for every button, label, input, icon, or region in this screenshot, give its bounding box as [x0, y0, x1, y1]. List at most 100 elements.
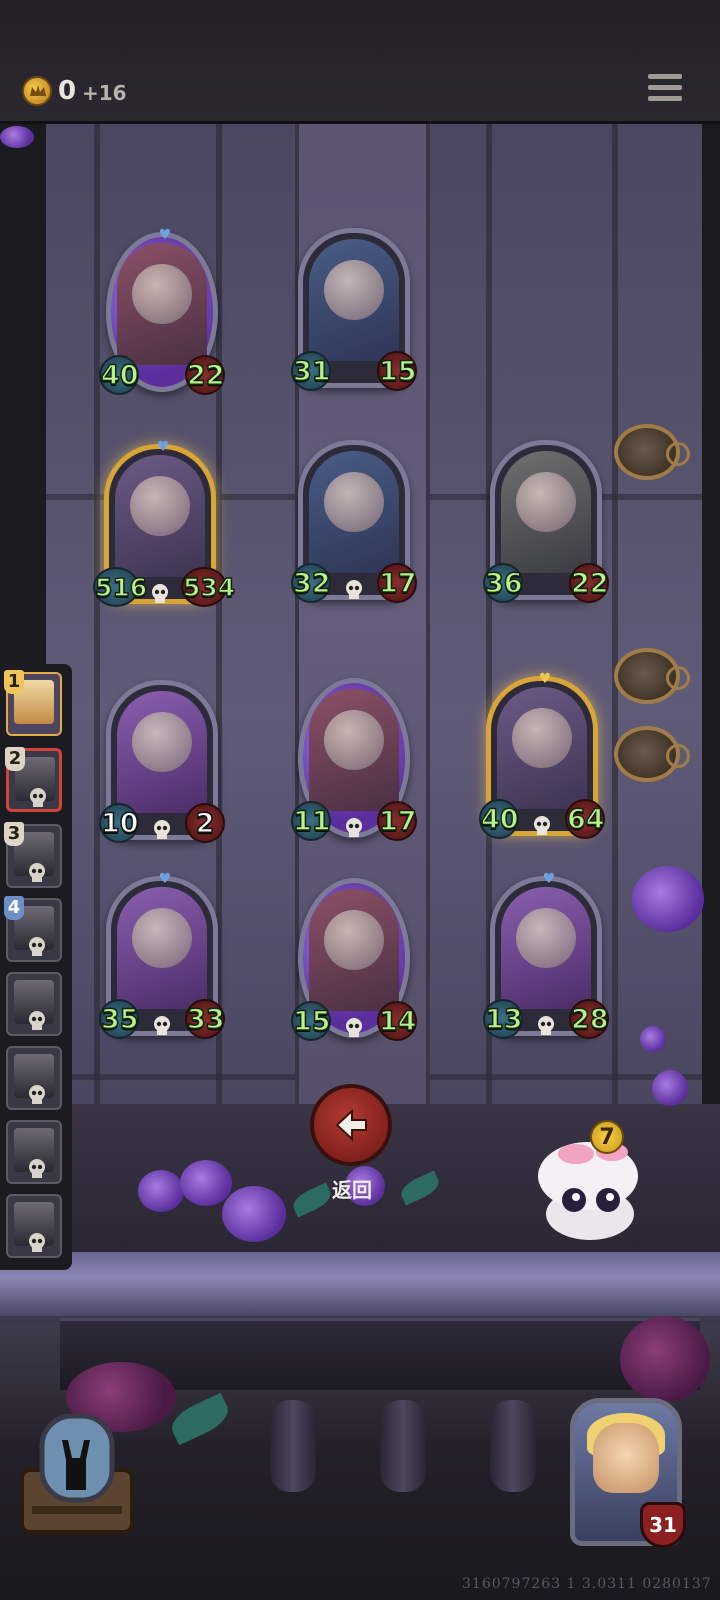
card-art — [497, 687, 587, 809]
minion-card[interactable]: 11 17 — [291, 678, 417, 841]
rank-badge: 1 — [4, 670, 24, 694]
minion-card[interactable]: 36 22 — [483, 440, 609, 603]
menu-icon — [648, 74, 682, 79]
minion-card[interactable]: 15 14 — [291, 878, 417, 1041]
health-stat: 22 — [569, 563, 609, 603]
back-label: 返回 — [332, 1178, 372, 1202]
opponent-slot[interactable]: 1 — [4, 670, 62, 736]
rose-decoration — [222, 1186, 286, 1242]
pocket-watch-relic[interactable] — [614, 726, 690, 782]
minion-card[interactable]: ♥ 516 534 — [93, 440, 236, 607]
minion-card[interactable]: ♥ 40 22 — [99, 228, 225, 395]
skull-icon — [346, 580, 362, 599]
rabbit-window-button[interactable] — [14, 1410, 140, 1536]
skull-icon — [538, 1016, 554, 1035]
health-stat: 14 — [377, 1001, 417, 1041]
skull-icon — [29, 1159, 45, 1178]
card-art — [115, 455, 205, 577]
pocket-watch-relic[interactable] — [614, 424, 690, 480]
skull-icon — [534, 816, 550, 835]
skull-icon — [154, 820, 170, 839]
back-button[interactable] — [310, 1084, 392, 1166]
card-art — [117, 887, 207, 1009]
cupcake-mascot[interactable] — [526, 1124, 650, 1244]
health-stat: 28 — [569, 999, 609, 1039]
skull-icon — [29, 1233, 45, 1252]
health-stat: 64 — [565, 799, 605, 839]
gold-coin-icon — [22, 76, 52, 106]
rose-decoration — [640, 1026, 666, 1052]
opponent-slot[interactable] — [6, 1120, 62, 1184]
health-stat: 22 — [185, 355, 225, 395]
minion-card[interactable]: 32 17 — [291, 440, 417, 603]
health-stat: 33 — [185, 999, 225, 1039]
top-bar: 0 +16 — [0, 0, 720, 124]
health-stat: 15 — [377, 351, 417, 391]
opponent-slot[interactable] — [6, 1046, 62, 1110]
attack-stat: 40 — [479, 799, 519, 839]
heart-icon: ♥ — [158, 871, 172, 887]
gold-increment: +16 — [82, 81, 127, 105]
rose-decoration — [632, 866, 704, 932]
health-stat: 534 — [181, 567, 236, 607]
gold-amount: 0 — [58, 76, 77, 106]
skull-icon — [346, 818, 362, 837]
health-stat: 17 — [377, 801, 417, 841]
opponent-slot[interactable]: 4 — [4, 896, 62, 962]
skull-icon — [154, 1016, 170, 1035]
minion-card[interactable]: ♥ 40 64 — [479, 672, 605, 839]
rose-decoration — [652, 1070, 688, 1106]
heart-icon: ♥ — [158, 227, 172, 243]
health-stat: 17 — [377, 563, 417, 603]
skull-icon — [29, 937, 45, 956]
skull-icon — [29, 863, 45, 882]
health-stat: 2 — [185, 803, 225, 843]
avatar — [593, 1423, 659, 1493]
opponent-slot[interactable]: 2 — [5, 747, 62, 812]
level-badge: 7 — [590, 1120, 624, 1154]
minion-card[interactable]: ♥ 35 33 — [99, 872, 225, 1039]
opponent-slot[interactable] — [6, 1194, 62, 1258]
attack-stat: 13 — [483, 999, 523, 1039]
minion-card[interactable]: 31 15 — [291, 228, 417, 391]
card-art — [501, 451, 591, 573]
attack-stat: 516 — [93, 567, 148, 607]
menu-button[interactable] — [648, 74, 682, 108]
rose-decoration — [138, 1170, 184, 1212]
pocket-watch-relic[interactable] — [614, 648, 690, 704]
rose-decoration — [620, 1316, 710, 1402]
card-art — [117, 691, 207, 813]
attack-stat: 40 — [99, 355, 139, 395]
skull-icon — [152, 584, 168, 603]
card-art — [117, 243, 207, 365]
balcony-ledge — [0, 1252, 720, 1316]
heart-icon: ♥ — [542, 871, 556, 887]
attack-stat: 10 — [99, 803, 139, 843]
attack-stat: 15 — [291, 1001, 331, 1041]
attack-stat: 31 — [291, 351, 331, 391]
opponent-list: 1 2 3 4 — [0, 664, 72, 1270]
attack-stat: 35 — [99, 999, 139, 1039]
rose-decoration — [180, 1160, 232, 1206]
build-id: 3160797263 1 3.0311 0280137 — [462, 1576, 712, 1592]
arrow-left-icon — [335, 1108, 367, 1142]
rank-badge: 2 — [5, 747, 25, 771]
rank-badge: 3 — [4, 822, 24, 846]
opponent-slot[interactable]: 3 — [4, 822, 62, 888]
heart-icon: ♥ — [538, 671, 552, 687]
minion-card[interactable]: ♥ 13 28 — [483, 872, 609, 1039]
skull-icon — [29, 1011, 45, 1030]
heart-icon: ♥ — [156, 439, 170, 455]
card-art — [309, 889, 399, 1011]
card-art — [309, 689, 399, 811]
attack-stat: 36 — [483, 563, 523, 603]
opponent-slot[interactable] — [6, 972, 62, 1036]
minion-card[interactable]: 10 2 — [99, 680, 225, 843]
rank-badge: 4 — [4, 896, 24, 920]
card-art — [501, 887, 591, 1009]
hero-health-badge: 31 — [640, 1502, 686, 1548]
card-art — [309, 451, 399, 573]
skull-icon — [346, 1018, 362, 1037]
card-art — [309, 239, 399, 361]
skull-icon — [30, 788, 46, 807]
